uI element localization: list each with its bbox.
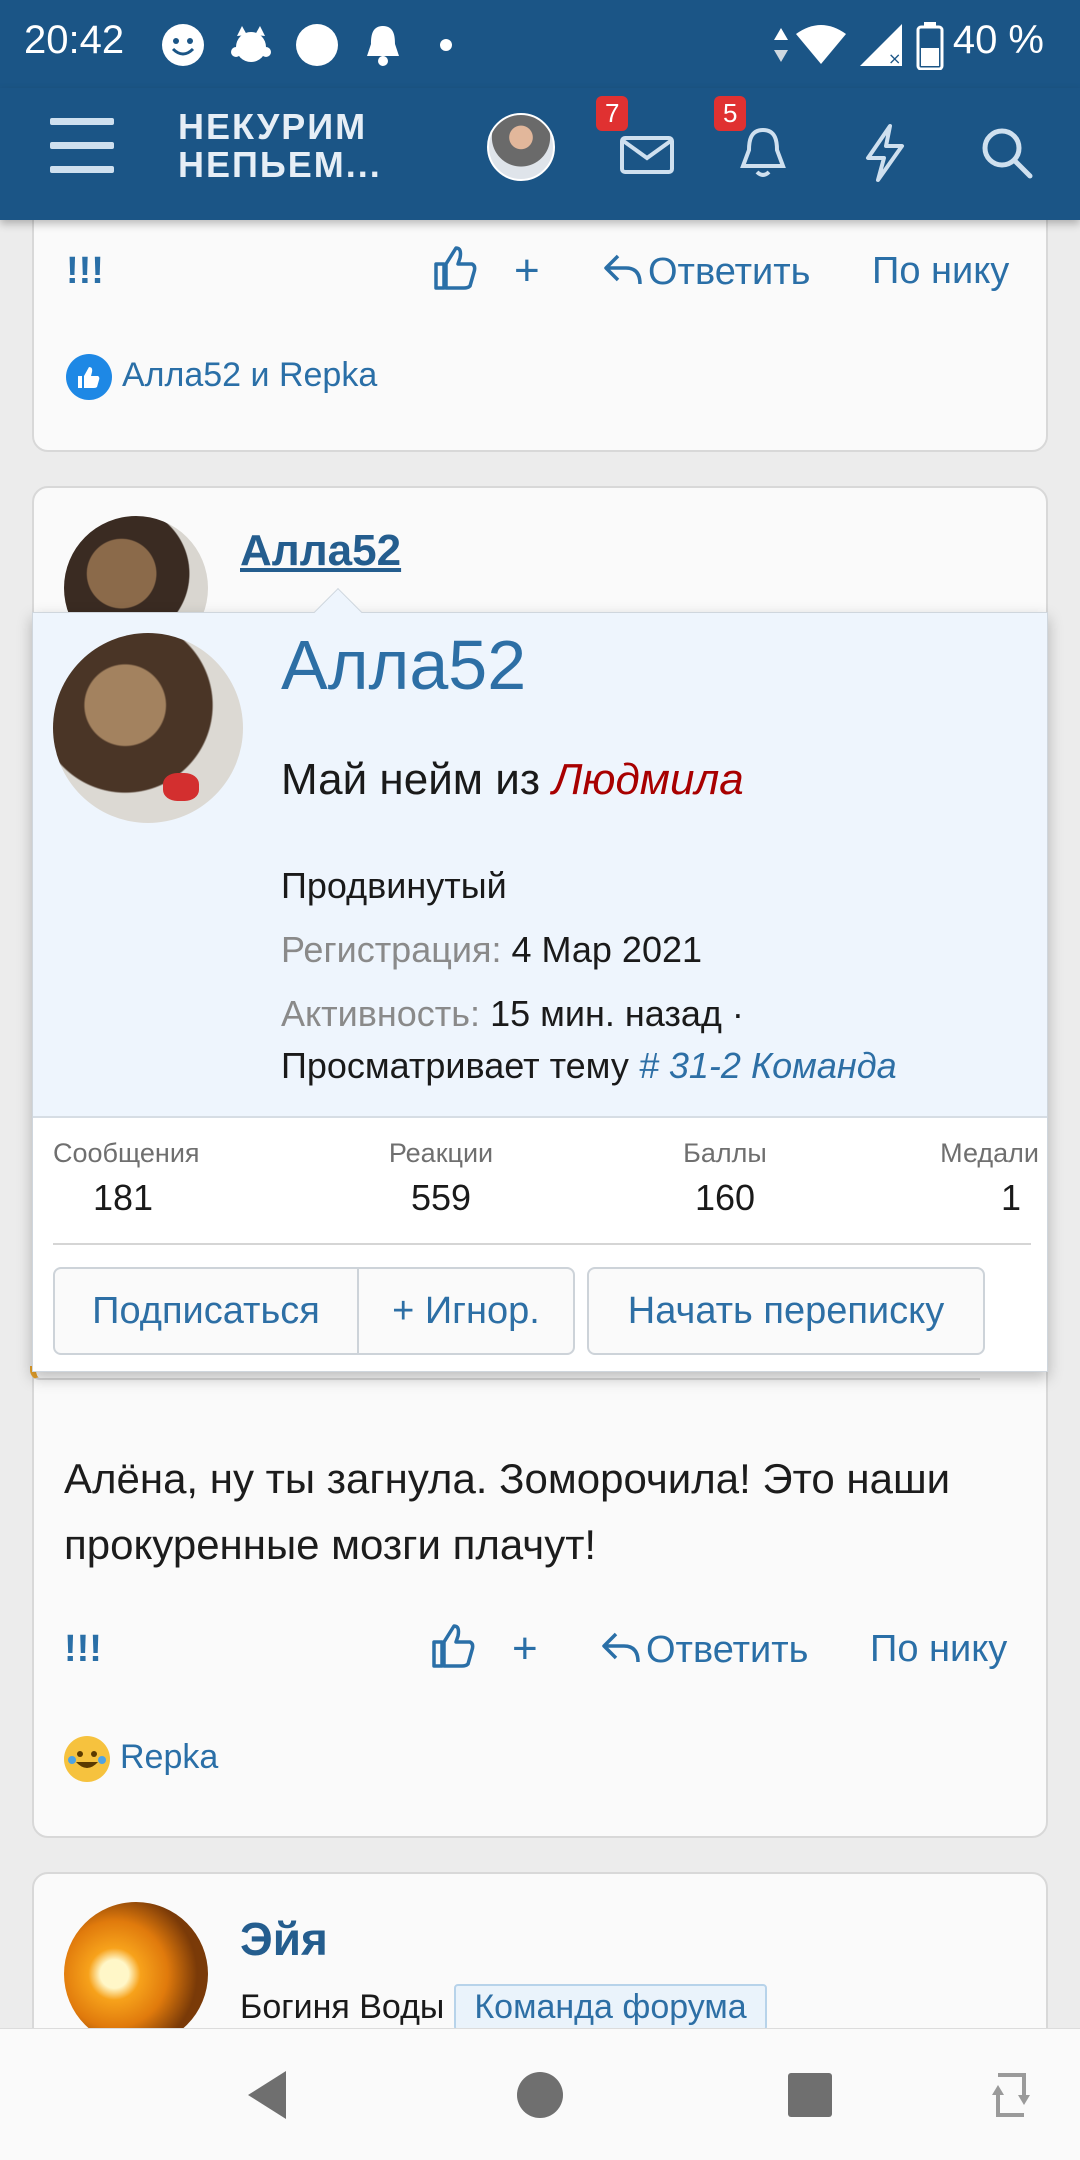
- back-icon[interactable]: [240, 2065, 300, 2125]
- stat-value: 160: [694, 1177, 756, 1218]
- member-name[interactable]: Алла52: [281, 625, 526, 705]
- member-rank: Продвинутый: [281, 865, 507, 906]
- member-tooltip: Алла52 Май нейм из Людмила Продвинутый Р…: [32, 587, 1048, 1372]
- battery-level: 40 %: [952, 18, 1044, 62]
- stat-reactions[interactable]: Реакции 559: [371, 1138, 511, 1219]
- rotate-icon[interactable]: [986, 2065, 1036, 2125]
- like-reaction-icon: [66, 354, 112, 400]
- member-title-text: Май нейм из: [281, 755, 540, 804]
- start-conversation-button[interactable]: Начать переписку: [587, 1267, 985, 1355]
- member-title: Май нейм из Людмила: [281, 755, 744, 805]
- search-icon: [982, 128, 1033, 179]
- author-title: Богиня Воды Команда форума: [240, 1984, 767, 2031]
- reply-button[interactable]: Ответить: [600, 1628, 808, 1672]
- activity-value: 15 мин. назад ·: [490, 993, 744, 1034]
- author-username[interactable]: Алла52: [240, 526, 401, 576]
- reactions-summary[interactable]: Repka: [64, 1736, 218, 1782]
- clock: 20:42: [24, 18, 125, 62]
- activity-label: Активность:: [281, 993, 481, 1034]
- logo-line-2: НЕПЬЕМ...: [178, 144, 382, 185]
- reactions-summary[interactable]: Алла52 и Repka: [66, 354, 377, 400]
- reply-button[interactable]: Ответить: [602, 250, 810, 294]
- reply-label: Ответить: [648, 251, 811, 293]
- inbox-badge: 7: [596, 96, 629, 131]
- post-body: Алёна, ну ты загнула. Зоморочила! Это на…: [64, 1455, 951, 1568]
- emoji-icon: [162, 24, 204, 66]
- stat-label: Медали: [940, 1138, 1039, 1168]
- ignore-button[interactable]: + Игнор.: [357, 1267, 575, 1355]
- post-actions: !!! + Ответить По нику: [34, 242, 1046, 302]
- bang-button[interactable]: !!!: [66, 250, 104, 293]
- data-arrows-icon: [774, 28, 788, 62]
- by-nick-button[interactable]: По нику: [870, 1628, 1007, 1671]
- reply-icon: [604, 254, 642, 285]
- app-header: НЕКУРИМ НЕПЬЕМ... 7 5: [0, 88, 1080, 220]
- android-nav-bar: [0, 2028, 1080, 2160]
- logo-line-1: НЕКУРИМ: [178, 106, 368, 147]
- viewing-thread-link[interactable]: # 31-2 Команда: [639, 1045, 897, 1086]
- alerts-button[interactable]: 5: [714, 96, 798, 188]
- reply-label: Ответить: [646, 1629, 809, 1671]
- reactions-names: Алла52 и Repka: [122, 355, 378, 394]
- follow-button[interactable]: Подписаться: [53, 1267, 359, 1355]
- bell-icon: [367, 26, 399, 66]
- stat-messages[interactable]: Сообщения 181: [53, 1138, 200, 1219]
- thumbs-up-icon: [434, 246, 477, 290]
- stat-value: 181: [92, 1177, 154, 1218]
- laughing-reaction-icon: [64, 1736, 110, 1782]
- by-nick-button[interactable]: По нику: [872, 250, 1009, 293]
- user-avatar[interactable]: [487, 113, 555, 181]
- member-tooltip-header: Алла52 Май нейм из Людмила Продвинутый Р…: [33, 613, 1047, 1118]
- home-icon[interactable]: [510, 2065, 570, 2125]
- inbox-button[interactable]: 7: [596, 96, 682, 188]
- site-logo[interactable]: НЕКУРИМ НЕПЬЕМ...: [178, 108, 382, 184]
- author-subtitle: Богиня Воды: [240, 1988, 445, 2026]
- search-button[interactable]: [972, 118, 1042, 188]
- battery-icon: [916, 22, 944, 70]
- like-button[interactable]: [430, 242, 478, 304]
- member-viewing: Просматривает тему # 31-2 Команда: [281, 1045, 897, 1087]
- member-activity: Активность: 15 мин. назад ·: [281, 993, 744, 1035]
- author-avatar[interactable]: [64, 1902, 208, 2046]
- status-bar: 20:42 × 40 %: [0, 0, 1080, 88]
- viewing-prefix: Просматривает тему: [281, 1045, 629, 1086]
- reactions-names: Repka: [120, 1737, 219, 1776]
- registration-label: Регистрация:: [281, 929, 502, 970]
- bang-button[interactable]: !!!: [64, 1628, 102, 1671]
- wifi-icon: [796, 25, 846, 64]
- thumbs-up-icon: [432, 1624, 475, 1668]
- whats-new-button[interactable]: [850, 118, 920, 188]
- registration-value: 4 Мар 2021: [511, 929, 703, 970]
- member-registration: Регистрация: 4 Мар 2021: [281, 929, 702, 971]
- cat-icon: [231, 26, 271, 62]
- stat-value: 1: [1000, 1177, 1021, 1218]
- recents-icon[interactable]: [780, 2065, 840, 2125]
- dot-icon: [296, 24, 338, 66]
- author-username[interactable]: Эйя: [240, 1912, 328, 1966]
- lightning-icon: [866, 124, 904, 182]
- member-title-city: Людмила: [552, 755, 744, 804]
- stat-label: Сообщения: [53, 1138, 200, 1168]
- stat-label: Реакции: [388, 1138, 494, 1168]
- stat-label: Баллы: [683, 1138, 767, 1168]
- svg-text:×: ×: [888, 49, 901, 68]
- staff-badge: Команда форума: [454, 1984, 767, 2031]
- member-stats: Сообщения 181 Реакции 559 Баллы 160 Меда…: [33, 1138, 1047, 1228]
- dot-small-icon: [440, 39, 452, 51]
- stat-value: 559: [410, 1177, 472, 1218]
- alerts-badge: 5: [714, 96, 747, 131]
- menu-icon[interactable]: [50, 118, 114, 178]
- signal-icon: ×: [860, 24, 902, 68]
- post-actions: !!! + Ответить По нику: [32, 1620, 1048, 1680]
- divider: [53, 1243, 1031, 1245]
- stat-medals[interactable]: Медали 1: [921, 1138, 1039, 1219]
- reply-icon: [602, 1632, 640, 1663]
- plus-button[interactable]: +: [514, 246, 540, 296]
- plus-button[interactable]: +: [512, 1624, 538, 1674]
- member-avatar[interactable]: [53, 633, 243, 823]
- like-button[interactable]: [428, 1620, 476, 1682]
- stat-points[interactable]: Баллы 160: [655, 1138, 795, 1219]
